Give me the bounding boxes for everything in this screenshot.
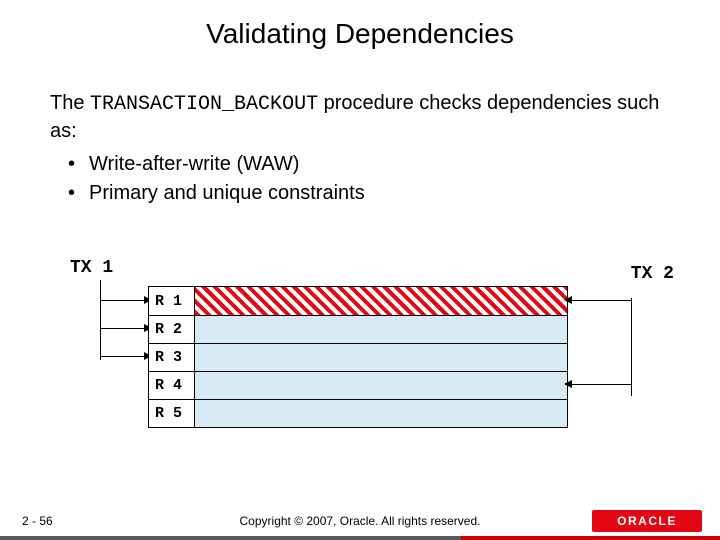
row-body bbox=[195, 372, 567, 399]
footer-bar bbox=[0, 536, 720, 540]
arrow-left-icon bbox=[564, 296, 572, 304]
tx1-connector bbox=[100, 280, 148, 360]
body-text: The TRANSACTION_BACKOUT procedure checks… bbox=[0, 50, 720, 207]
intro-prefix: The bbox=[50, 92, 90, 114]
table-row: R 2 bbox=[149, 315, 567, 343]
row-label: R 5 bbox=[149, 400, 195, 427]
table-row: R 4 bbox=[149, 371, 567, 399]
row-label: R 3 bbox=[149, 344, 195, 371]
slide: Validating Dependencies The TRANSACTION_… bbox=[0, 0, 720, 540]
tx1-label: TX 1 bbox=[70, 258, 113, 278]
table-row: R 3 bbox=[149, 343, 567, 371]
table-row: R 1 bbox=[149, 287, 567, 315]
intro-paragraph: The TRANSACTION_BACKOUT procedure checks… bbox=[50, 90, 670, 145]
row-label: R 4 bbox=[149, 372, 195, 399]
row-body bbox=[195, 344, 567, 371]
oracle-logo: ORACLE bbox=[592, 510, 702, 532]
row-label: R 2 bbox=[149, 316, 195, 343]
bullet-item: Write-after-write (WAW) bbox=[68, 151, 670, 178]
row-label: R 1 bbox=[149, 287, 195, 315]
logo-text: ORACLE bbox=[617, 514, 677, 528]
tx2-connector bbox=[568, 288, 632, 398]
row-body bbox=[195, 400, 567, 427]
bullet-list: Write-after-write (WAW) Primary and uniq… bbox=[68, 151, 670, 207]
row-body-hatched bbox=[195, 287, 567, 315]
table-row: R 5 bbox=[149, 399, 567, 427]
page-title: Validating Dependencies bbox=[0, 0, 720, 50]
row-body bbox=[195, 316, 567, 343]
procedure-name: TRANSACTION_BACKOUT bbox=[90, 93, 318, 116]
footer: 2 - 56 Copyright © 2007, Oracle. All rig… bbox=[0, 504, 720, 540]
dependency-diagram: TX 1 TX 2 R 1 R 2 R 3 R 4 bbox=[70, 258, 670, 448]
bullet-item: Primary and unique constraints bbox=[68, 180, 670, 207]
rows-table: R 1 R 2 R 3 R 4 R 5 bbox=[148, 286, 568, 428]
tx2-label: TX 2 bbox=[631, 264, 674, 284]
arrow-left-icon bbox=[564, 380, 572, 388]
